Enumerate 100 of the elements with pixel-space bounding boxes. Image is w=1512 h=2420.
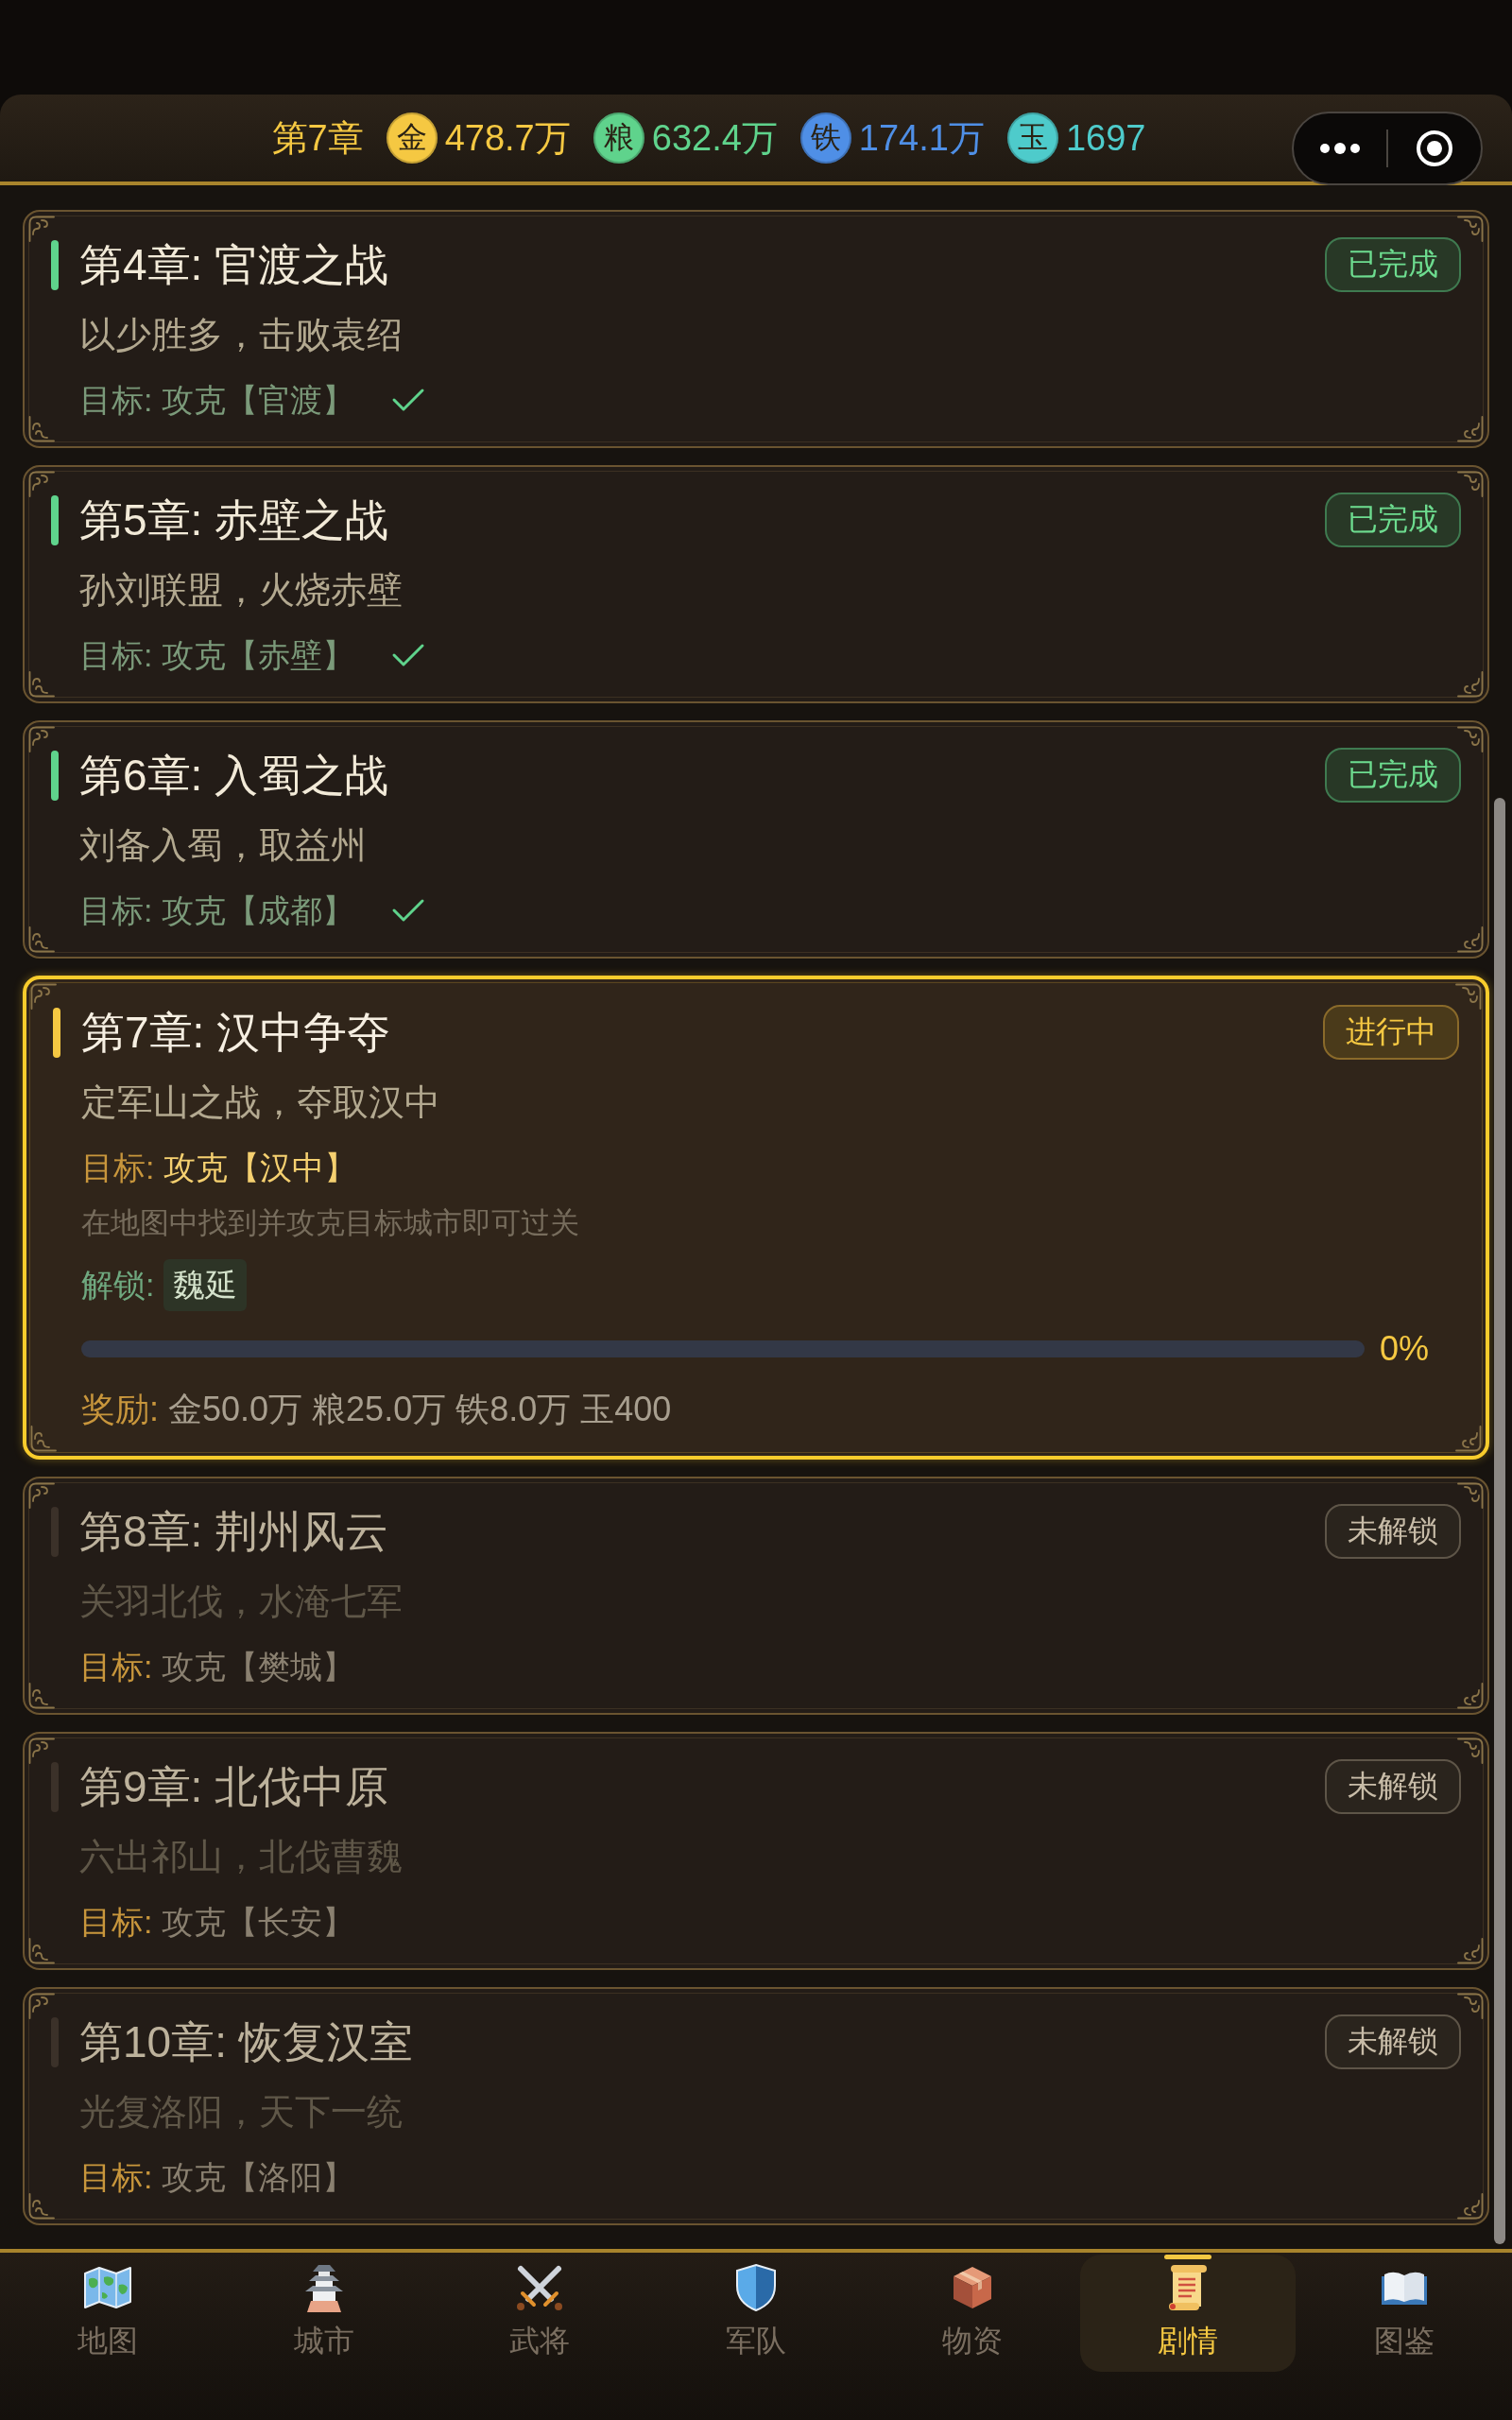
check-icon [391, 897, 426, 924]
corner-ornament-icon [1457, 216, 1484, 242]
status-tag: 进行中 [1323, 1005, 1459, 1060]
chapter-card[interactable]: 第10章: 恢复汉室 未解锁 光复洛阳，天下一统 目标: 攻克【洛阳】 [23, 1987, 1489, 2225]
nav-tab[interactable]: 武将 [432, 2255, 648, 2372]
resource-coin: 玉 [1006, 112, 1058, 164]
target-value: 攻克【成都】 [162, 891, 355, 930]
active-indicator-icon [1164, 2255, 1212, 2259]
chapter-title: 第4章: 官渡之战 [79, 239, 390, 291]
corner-ornament-icon [28, 1683, 55, 1709]
corner-ornament-icon [28, 1482, 55, 1509]
status-tag: 已完成 [1325, 237, 1461, 292]
status-tag: 未解锁 [1325, 2014, 1461, 2069]
status-tag: 已完成 [1325, 493, 1461, 547]
chapter-title: 第10章: 恢复汉室 [79, 2016, 414, 2068]
resource-coin: 铁 [799, 112, 851, 164]
nav-tab[interactable]: 城市 [215, 2255, 433, 2372]
target-label: 目标: [79, 2158, 153, 2197]
corner-ornament-icon [1457, 2193, 1484, 2220]
status-tag: 已完成 [1325, 748, 1461, 803]
target-value: 攻克【长安】 [162, 1903, 355, 1942]
corner-ornament-icon [1457, 416, 1484, 442]
corner-ornament-icon [1457, 1938, 1484, 1964]
target-label: 目标: [79, 636, 153, 675]
chapter-card[interactable]: 第9章: 北伐中原 未解锁 六出祁山，北伐曹魏 目标: 攻克【长安】 [23, 1732, 1489, 1970]
resource-value: 174.1万 [858, 116, 985, 160]
chapter-stripe-icon [51, 1506, 59, 1557]
chapter-stripe-icon [51, 750, 59, 801]
chapter-title: 第7章: 汉中争夺 [81, 1007, 392, 1059]
target-label: 目标: [79, 891, 153, 930]
resource-value: 632.4万 [651, 116, 778, 160]
corner-ornament-icon [28, 726, 55, 752]
chapter-description: 六出祁山，北伐曹魏 [79, 1836, 404, 1878]
corner-ornament-icon [1457, 471, 1484, 497]
chapter-title: 第6章: 入蜀之战 [79, 750, 390, 802]
corner-ornament-icon [1455, 1426, 1482, 1452]
chapter-card[interactable]: 第5章: 赤壁之战 已完成 孙刘联盟，火烧赤壁 目标: 攻克【赤壁】 [23, 465, 1489, 703]
target-value: 攻克【汉中】 [163, 1149, 357, 1187]
corner-ornament-icon [1457, 726, 1484, 752]
chapter-title: 第5章: 赤壁之战 [79, 494, 390, 546]
corner-ornament-icon [1455, 983, 1482, 1010]
chapter-stripe-icon [51, 2016, 59, 2067]
status-tag: 未解锁 [1325, 1504, 1461, 1559]
target-label: 目标: [81, 1149, 155, 1187]
ring-dot-icon [1416, 130, 1453, 167]
corner-ornament-icon [28, 2193, 55, 2220]
chapter-description: 孙刘联盟，火烧赤壁 [79, 569, 404, 612]
corner-ornament-icon [28, 1938, 55, 1964]
nav-tab[interactable]: 图鉴 [1296, 2255, 1512, 2372]
hint-text: 在地图中找到并攻克目标城市即可过关 [81, 1205, 580, 1241]
target-label: 目标: [79, 1903, 153, 1942]
chapter-title: 第8章: 荆州风云 [79, 1506, 390, 1558]
chapter-description: 以少胜多，击败袁绍 [79, 314, 404, 356]
chapter-description: 关羽北伐，水淹七军 [79, 1581, 404, 1623]
target-value: 攻克【樊城】 [162, 1648, 355, 1686]
target-label: 目标: [79, 381, 153, 420]
target-label: 目标: [79, 1648, 153, 1686]
corner-ornament-icon [30, 983, 57, 1010]
corner-ornament-icon [28, 471, 55, 497]
unlock-tag: 魏延 [163, 1259, 248, 1311]
chapter-card[interactable]: 第7章: 汉中争夺 进行中 定军山之战，夺取汉中 目标: 攻克【汉中】 在地图中找到并攻克目标城市即可过关 解锁: 魏延 0% 奖励: 金50.0万 粮25.0万 铁8.0万 玉400 [23, 976, 1489, 1460]
unlock-label: 解锁: [81, 1265, 155, 1305]
corner-ornament-icon [1457, 1737, 1484, 1764]
corner-ornament-icon [28, 216, 55, 242]
nav-tab[interactable]: 物资 [864, 2255, 1080, 2372]
corner-ornament-icon [28, 1993, 55, 2019]
chapter-label: 第7章 [271, 116, 364, 160]
scrollbar[interactable] [1494, 798, 1505, 2244]
nav-tab[interactable]: 军队 [647, 2255, 865, 2372]
corner-ornament-icon [1457, 1993, 1484, 2019]
reward-label: 奖励: [81, 1389, 159, 1430]
target-value: 攻克【官渡】 [162, 381, 355, 420]
chapter-stripe-icon [51, 239, 59, 290]
nav-tab[interactable]: 剧情 [1079, 2255, 1297, 2372]
chapter-description: 刘备入蜀，取益州 [79, 824, 368, 867]
corner-ornament-icon [1457, 671, 1484, 698]
chapter-card[interactable]: 第6章: 入蜀之战 已完成 刘备入蜀，取益州 目标: 攻克【成都】 [23, 720, 1489, 959]
target-value: 攻克【洛阳】 [162, 2158, 355, 2197]
resource-coin: 金 [386, 112, 438, 164]
resource-coin: 粮 [593, 112, 644, 164]
corner-ornament-icon [28, 1737, 55, 1764]
corner-ornament-icon [1457, 1482, 1484, 1509]
resource-value: 1697 [1065, 117, 1146, 159]
corner-ornament-icon [30, 1426, 57, 1452]
check-icon [391, 387, 426, 413]
chapter-description: 光复洛阳，天下一统 [79, 2091, 404, 2134]
corner-ornament-icon [1457, 1683, 1484, 1709]
reward-value: 金50.0万 粮25.0万 铁8.0万 玉400 [168, 1389, 672, 1430]
corner-ornament-icon [28, 416, 55, 442]
chapter-stripe-icon [51, 1761, 59, 1812]
more-icon [1319, 143, 1361, 154]
chapter-card[interactable]: 第4章: 官渡之战 已完成 以少胜多，击败袁绍 目标: 攻克【官渡】 [23, 210, 1489, 448]
check-icon [391, 642, 426, 668]
chapter-card[interactable]: 第8章: 荆州风云 未解锁 关羽北伐，水淹七军 目标: 攻克【樊城】 [23, 1477, 1489, 1715]
nav-tab[interactable]: 地图 [0, 2255, 216, 2372]
chapter-stripe-icon [53, 1007, 60, 1058]
corner-ornament-icon [28, 926, 55, 953]
corner-ornament-icon [1457, 926, 1484, 953]
corner-ornament-icon [28, 671, 55, 698]
progress-percent: 0% [1380, 1329, 1431, 1369]
